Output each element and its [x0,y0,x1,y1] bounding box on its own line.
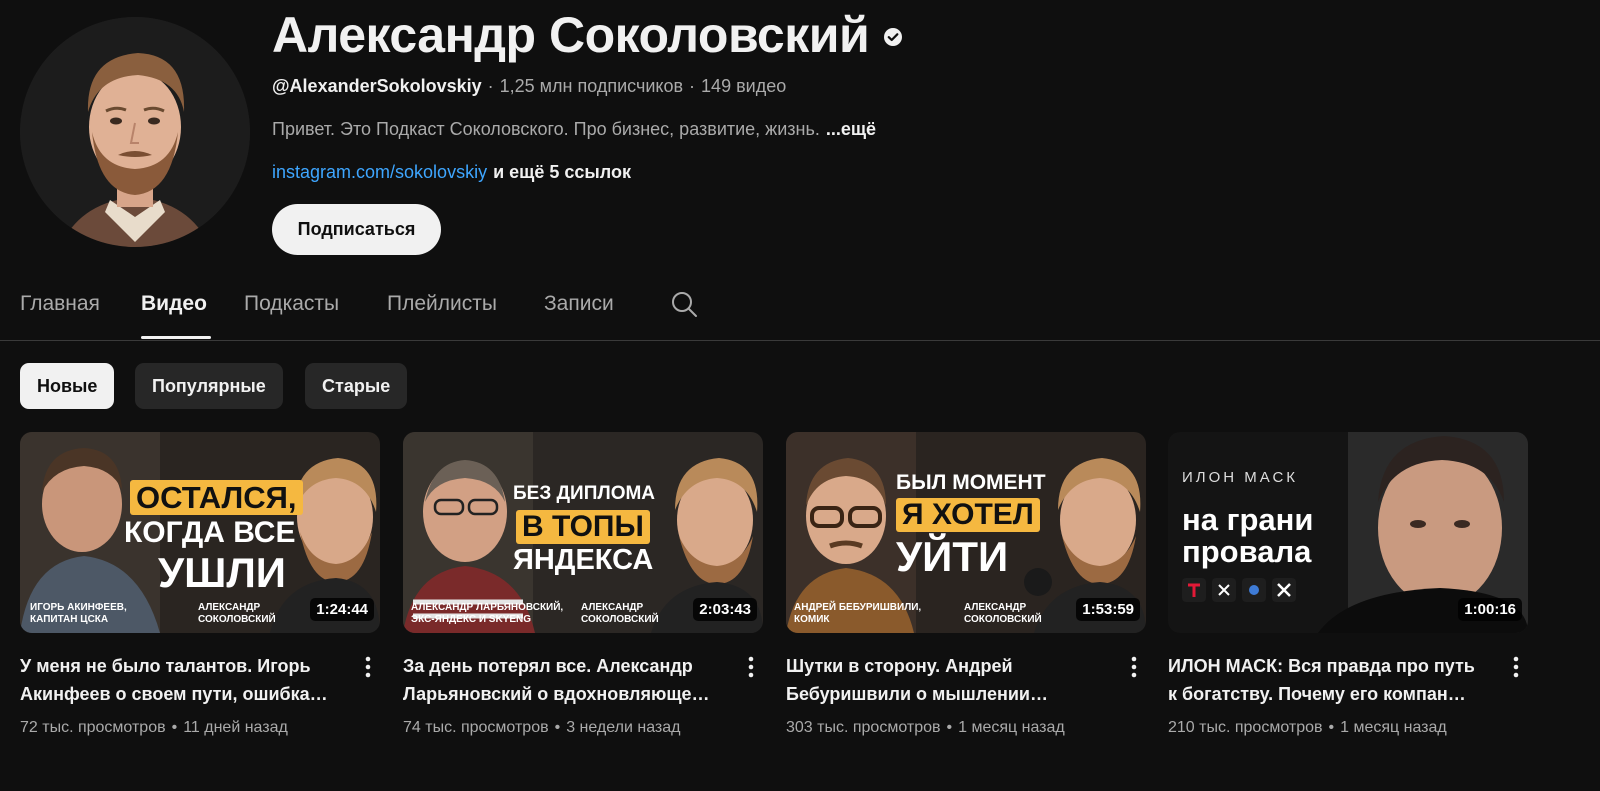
video-meta: 303 тыс. просмотров • 1 месяц назад [786,719,1065,737]
thumbnail-caption-host: Александр Соколовский [198,602,276,625]
tesla-logo-icon [1182,578,1206,602]
upload-age: 1 месяц назад [958,719,1065,736]
meta-dot: • [554,719,561,736]
instagram-link[interactable]: instagram.com/sokolovskiy [272,162,487,182]
thumbnail-text-line: в топы [516,510,650,544]
thumbnail-text-line: я хотел [896,498,1040,532]
video-duration: 1:53:59 [1076,598,1140,621]
tab-podcasts[interactable]: Подкасты [244,292,339,316]
view-count: 210 тыс. просмотров [1168,719,1323,736]
video-thumbnail[interactable]: Илон Маск на грани провала 1:00:16 [1168,432,1528,633]
channel-handle[interactable]: @AlexanderSokolovskiy [272,76,482,96]
thumbnail-text-line: Илон Маск [1182,469,1299,486]
channel-tabs: Главная Видео Подкасты Плейлисты Записи [20,280,1600,340]
video-card[interactable]: Остался, когда все ушли Игорь Акинфеев, … [20,432,380,736]
more-vert-icon[interactable] [1124,654,1144,680]
thumbnail-caption-guest: Андрей Бебуришвили, комик [794,602,922,625]
thumbnail-text-line: Остался, [130,480,303,515]
view-count: 72 тыс. просмотров [20,719,166,736]
video-duration: 1:00:16 [1458,598,1522,621]
spacex-logo-icon [1272,578,1296,602]
thumbnail-text-line: Яндекса [513,544,654,576]
video-card[interactable]: Был момент я хотел уйти Андрей Бебуришви… [786,432,1146,736]
subscriber-count: 1,25 млн подписчиков [499,76,684,96]
channel-title: Александр Соколовский [272,7,870,63]
channel-avatar[interactable] [20,17,250,247]
video-thumbnail[interactable]: Остался, когда все ушли Игорь Акинфеев, … [20,432,380,633]
verified-check-icon [884,28,902,46]
video-title[interactable]: ИЛОН МАСК: Вся правда про путь к богатст… [1168,652,1488,708]
video-title[interactable]: За день потерял все. Александр Ларьяновс… [403,652,723,708]
active-tab-indicator [141,336,211,339]
thumbnail-text-line: когда все [124,516,296,549]
tab-home[interactable]: Главная [20,292,100,316]
tab-playlists[interactable]: Плейлисты [387,292,497,316]
thumbnail-text-line: уйти [896,533,1009,580]
more-vert-icon[interactable] [358,654,378,680]
thumbnail-caption-guest: Александр Ларьяновский, экс-Яндекс и Sky… [411,602,564,625]
channel-meta: @AlexanderSokolovskiy · 1,25 млн подписчик… [272,76,786,97]
more-vert-icon[interactable] [741,654,761,680]
view-count: 303 тыс. просмотров [786,719,941,736]
video-title[interactable]: У меня не было талантов. Игорь Акинфеев … [20,652,340,708]
meta-separator: · [487,76,494,96]
video-count: 149 видео [701,76,787,96]
thumbnail-caption-host: Александр Соколовский [581,602,659,625]
tab-posts[interactable]: Записи [544,292,614,316]
neuralink-logo-icon [1242,578,1266,602]
upload-age: 11 дней назад [183,719,288,736]
subscribe-button[interactable]: Подписаться [272,204,441,255]
x-logo-icon [1212,578,1236,602]
video-duration: 2:03:43 [693,598,757,621]
tab-videos[interactable]: Видео [141,292,207,316]
thumbnail-text-line: провала [1182,534,1312,569]
thumbnail-text-line: Был момент [896,471,1046,494]
video-meta: 210 тыс. просмотров • 1 месяц назад [1168,719,1447,737]
meta-dot: • [1328,719,1335,736]
thumbnail-text-line: Без диплома [513,483,656,504]
upload-age: 1 месяц назад [1340,719,1447,736]
description-more-link[interactable]: ...ещё [826,119,876,139]
channel-description[interactable]: Привет. Это Подкаст Соколовского. Про би… [272,119,876,140]
more-vert-icon[interactable] [1506,654,1526,680]
chip-popular[interactable]: Популярные [135,363,283,409]
video-title[interactable]: Шутки в сторону. Андрей Бебуришвили о мы… [786,652,1106,708]
video-thumbnail[interactable]: Был момент я хотел уйти Андрей Бебуришви… [786,432,1146,633]
upload-age: 3 недели назад [566,719,681,736]
search-icon[interactable] [670,290,698,318]
chip-newest[interactable]: Новые [20,363,115,409]
meta-dot: • [171,719,178,736]
meta-separator: · [689,76,696,96]
thumbnail-caption-host: Александр Соколовский [964,602,1042,625]
video-card[interactable]: Илон Маск на грани провала 1:00:16 ИЛОН … [1168,432,1528,736]
tabs-divider [0,340,1600,341]
video-card[interactable]: Без диплома в топы Яндекса Александр Лар… [403,432,763,736]
view-count: 74 тыс. просмотров [403,719,549,736]
thumbnail-text-line: на грани [1182,502,1314,537]
channel-links: instagram.com/sokolovskiy и ещё 5 ссылок [272,162,631,183]
video-meta: 72 тыс. просмотров • 11 дней назад [20,719,288,737]
chip-oldest[interactable]: Старые [305,363,408,409]
meta-dot: • [946,719,953,736]
video-thumbnail[interactable]: Без диплома в топы Яндекса Александр Лар… [403,432,763,633]
thumbnail-text-line: ушли [158,549,286,596]
description-text: Привет. Это Подкаст Соколовского. Про би… [272,119,820,139]
avatar-portrait [20,17,250,247]
company-logos [1182,578,1296,602]
video-meta: 74 тыс. просмотров • 3 недели назад [403,719,680,737]
more-links-button[interactable]: и ещё 5 ссылок [493,162,631,182]
thumbnail-caption-guest: Игорь Акинфеев, капитан ЦСКА [30,602,127,625]
video-duration: 1:24:44 [310,598,374,621]
